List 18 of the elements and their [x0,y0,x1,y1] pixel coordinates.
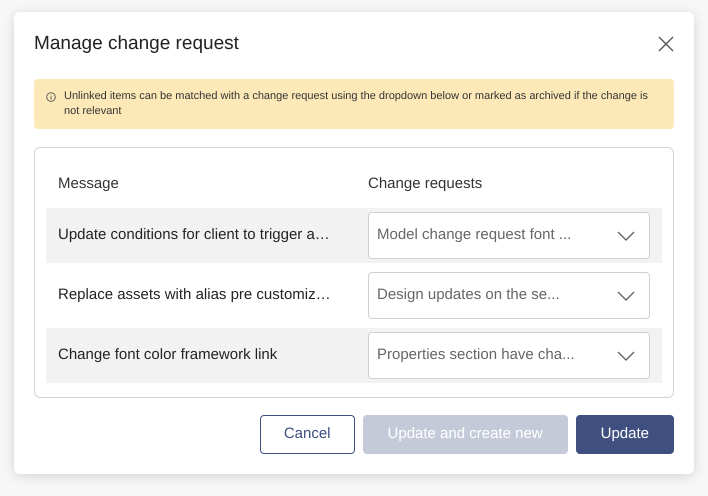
update-button[interactable]: Update [576,415,674,454]
column-header: Message [57,174,120,194]
cancel-button[interactable]: Cancel [260,415,355,454]
alert-text: Unlinked items can be matched with a change request using the dropdown below or marked as archived if the change is not relevant [64,89,649,119]
message-cell-text: Update conditions for client to trigger a… [57,225,331,246]
change-request-dropdown[interactable]: Properties section have cha... [368,332,650,379]
message-cell-text: Change font color framework link [57,345,278,366]
info-icon [46,92,56,102]
close-icon [658,36,674,52]
close-button[interactable] [656,34,676,54]
change-request-dropdown[interactable]: Model change request font ... [368,212,650,259]
chevron-down-icon [617,290,635,300]
column-header: Change requests [368,174,482,194]
change-request-dropdown[interactable]: Design updates on the se... [368,272,650,319]
chevron-down-icon [617,230,635,240]
dialog-title: Manage change request [34,32,239,56]
message-cell-text: Replace assets with alias pre customiz… [57,285,332,306]
chevron-down-icon [617,350,635,360]
